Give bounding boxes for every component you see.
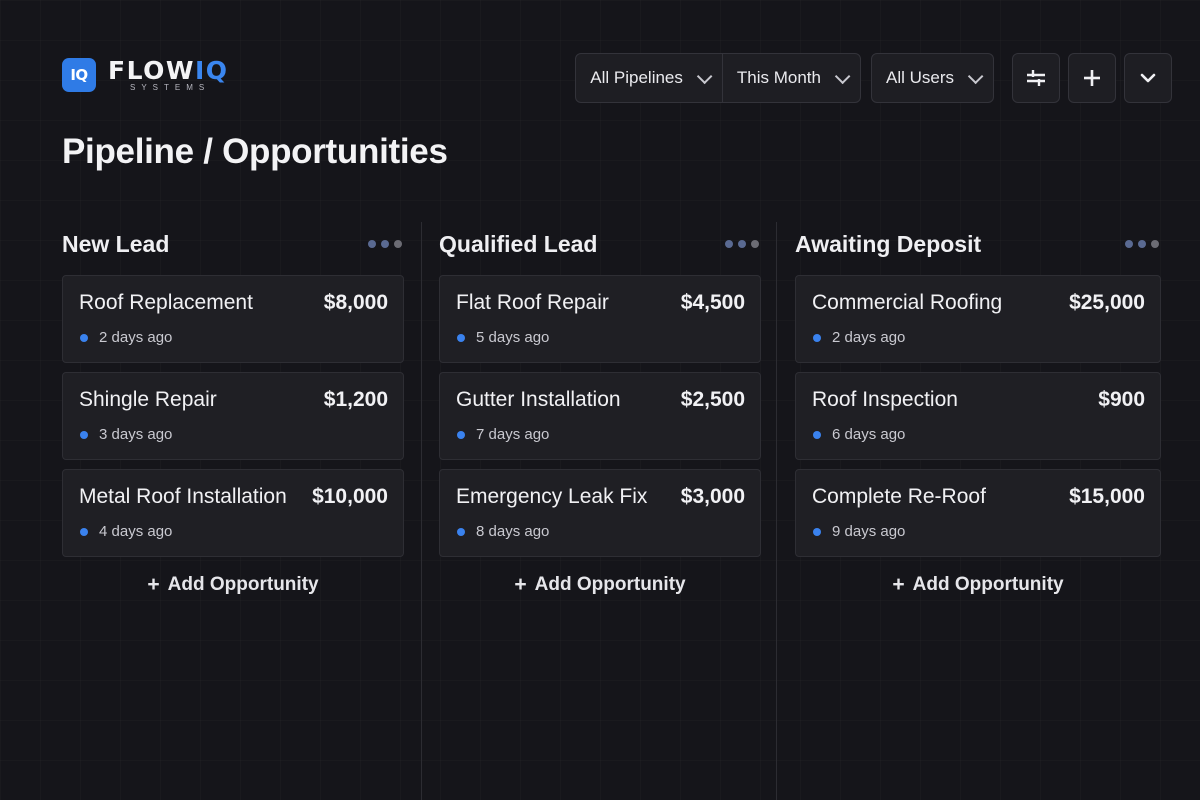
status-dot-icon [457, 333, 465, 342]
add-opportunity-label: Add Opportunity [912, 574, 1064, 595]
brand-name-main: FLOW [108, 56, 195, 85]
column-title: New Lead [62, 230, 170, 257]
opportunity-card[interactable]: Complete Re-Roof $15,000 9 days ago [795, 469, 1161, 557]
opportunity-value: $1,200 [323, 388, 388, 411]
toolbar: All Pipelines This Month All Users [575, 53, 1172, 103]
chevron-down-icon [696, 68, 713, 84]
opportunity-name: Shingle Repair [79, 388, 217, 411]
column-header: Qualified Lead [439, 228, 761, 260]
column-divider [421, 222, 422, 800]
opportunity-value: $2,500 [680, 388, 745, 411]
more-options-button[interactable] [1124, 53, 1172, 103]
column-header: New Lead [62, 228, 404, 260]
status-dot-icon [80, 430, 88, 439]
status-dot-icon [457, 527, 465, 536]
opportunity-age: 5 days ago [476, 329, 550, 346]
plus-icon: + [147, 573, 160, 596]
user-filter-group: All Users [870, 53, 994, 103]
brand-name: FLOWIQ [108, 58, 229, 83]
add-opportunity-label: Add Opportunity [534, 574, 686, 595]
status-dot-icon [813, 430, 821, 439]
opportunity-name: Gutter Installation [456, 388, 621, 411]
add-opportunity-label: Add Opportunity [167, 574, 319, 595]
chevron-down-icon [834, 68, 851, 84]
add-opportunity-button[interactable]: + Add Opportunity [795, 573, 1161, 597]
plus-icon: + [514, 573, 527, 596]
opportunity-age: 7 days ago [476, 426, 550, 443]
opportunity-name: Roof Replacement [79, 291, 253, 314]
column-title: Awaiting Deposit [795, 230, 982, 257]
column-new-lead: New Lead Roof Replacement $8,000 2 days a… [62, 228, 404, 597]
opportunity-card[interactable]: Emergency Leak Fix $3,000 8 days ago [439, 469, 761, 557]
opportunity-age: 9 days ago [832, 523, 906, 540]
opportunity-card[interactable]: Gutter Installation $2,500 7 days ago [439, 372, 761, 460]
opportunity-card[interactable]: Roof Inspection $900 6 days ago [795, 372, 1161, 460]
page-title: Pipeline / Opportunities [62, 132, 448, 171]
opportunity-value: $10,000 [312, 485, 388, 508]
opportunity-value: $900 [1098, 388, 1145, 411]
filter-settings-button[interactable] [1012, 53, 1060, 103]
status-dot-icon [80, 333, 88, 342]
opportunity-name: Roof Inspection [812, 388, 958, 411]
pipeline-filter-dropdown[interactable]: All Pipelines [576, 54, 722, 102]
opportunity-name: Emergency Leak Fix [456, 485, 648, 508]
opportunity-name: Flat Roof Repair [456, 291, 609, 314]
opportunity-value: $15,000 [1069, 485, 1145, 508]
column-divider [776, 222, 777, 800]
period-filter-dropdown[interactable]: This Month [721, 54, 860, 102]
status-dot-icon [813, 333, 821, 342]
column-awaiting-deposit: Awaiting Deposit Commercial Roofing $25,0… [795, 228, 1161, 597]
brand-logo[interactable]: IQ FLOWIQ SYSTEMS [62, 58, 229, 92]
opportunity-card[interactable]: Flat Roof Repair $4,500 5 days ago [439, 275, 761, 363]
opportunity-value: $8,000 [323, 291, 388, 314]
opportunity-age: 6 days ago [832, 426, 906, 443]
status-dot-icon [457, 430, 465, 439]
status-dot-icon [80, 527, 88, 536]
opportunity-age: 8 days ago [476, 523, 550, 540]
column-title: Qualified Lead [439, 230, 598, 257]
add-opportunity-button[interactable]: + Add Opportunity [439, 573, 761, 597]
opportunity-age: 3 days ago [99, 426, 173, 443]
opportunity-value: $3,000 [680, 485, 745, 508]
opportunity-age: 4 days ago [99, 523, 173, 540]
plus-icon [1084, 70, 1100, 86]
column-header: Awaiting Deposit [795, 228, 1161, 260]
brand-name-accent: IQ [194, 56, 229, 85]
plus-icon: + [892, 573, 905, 596]
brand-subtitle: SYSTEMS [130, 83, 211, 92]
opportunity-card[interactable]: Commercial Roofing $25,000 2 days ago [795, 275, 1161, 363]
column-qualified-lead: Qualified Lead Flat Roof Repair $4,500 5 … [439, 228, 761, 597]
opportunity-name: Complete Re-Roof [812, 485, 986, 508]
user-filter-dropdown[interactable]: All Users [872, 54, 993, 102]
sliders-icon [1027, 70, 1045, 86]
opportunity-name: Metal Roof Installation [79, 485, 287, 508]
filter-group: All Pipelines This Month [575, 53, 861, 103]
opportunity-value: $4,500 [680, 291, 745, 314]
chevron-down-icon [1140, 73, 1156, 83]
opportunity-card[interactable]: Shingle Repair $1,200 3 days ago [62, 372, 404, 460]
opportunity-age: 2 days ago [99, 329, 173, 346]
logo-wordmark: FLOWIQ SYSTEMS [108, 58, 229, 92]
add-button[interactable] [1068, 53, 1116, 103]
opportunity-value: $25,000 [1069, 291, 1145, 314]
opportunity-card[interactable]: Metal Roof Installation $10,000 4 days ag… [62, 469, 404, 557]
column-menu-icon[interactable] [368, 240, 404, 248]
logo-mark-icon: IQ [62, 58, 96, 92]
opportunity-card[interactable]: Roof Replacement $8,000 2 days ago [62, 275, 404, 363]
column-menu-icon[interactable] [725, 240, 761, 248]
status-dot-icon [813, 527, 821, 536]
opportunity-name: Commercial Roofing [812, 291, 1003, 314]
pipeline-filter-label: All Pipelines [590, 68, 683, 87]
column-menu-icon[interactable] [1125, 240, 1161, 248]
opportunity-age: 2 days ago [832, 329, 906, 346]
period-filter-label: This Month [736, 68, 821, 87]
chevron-down-icon [967, 68, 984, 84]
user-filter-label: All Users [885, 68, 954, 87]
add-opportunity-button[interactable]: + Add Opportunity [62, 573, 404, 597]
